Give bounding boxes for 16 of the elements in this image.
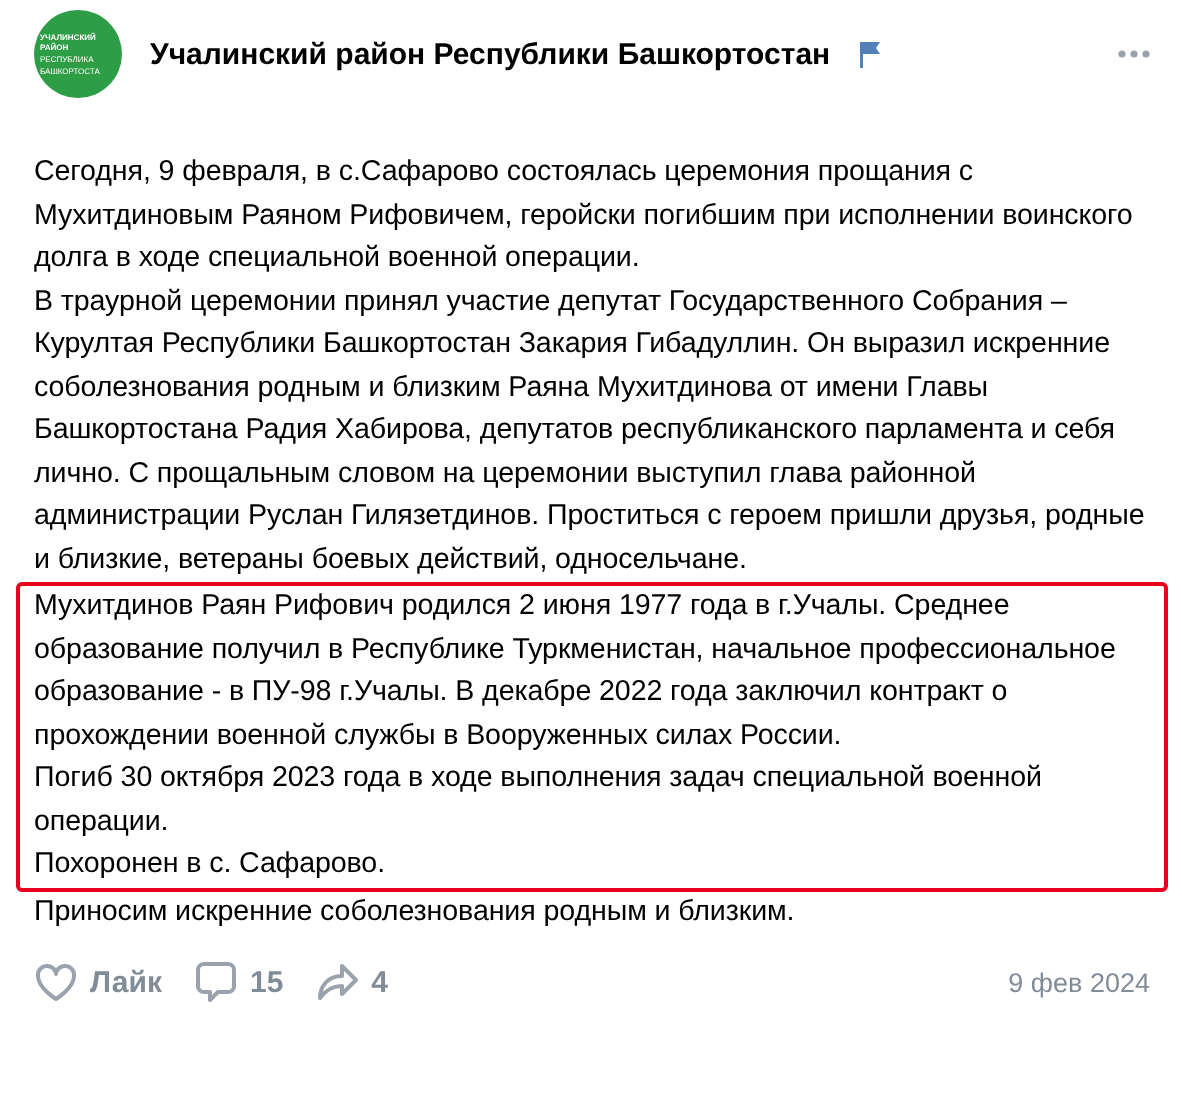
like-button[interactable]: Лайк bbox=[34, 962, 162, 1002]
comment-icon bbox=[193, 960, 238, 1004]
share-button[interactable]: 4 bbox=[315, 962, 389, 1002]
heart-icon bbox=[34, 962, 78, 1002]
paragraph: Сегодня, 9 февраля, в с.Сафарово состоялась церемония прощания с Мухитдиновым Раяном Рифовичем, геройски погибшим при исполнении воинского долга в ходе специальной военной операции. bbox=[34, 154, 1135, 278]
paragraph: Похоронен в с. Сафарово. bbox=[34, 846, 387, 884]
comment-button[interactable]: 15 bbox=[193, 960, 284, 1004]
paragraph: Мухитдинов Раян Рифович родился 2 июня 1977 года в г.Учалы. Среднее образование получил в Республике Туркменистан, начальное профессиональное образование - в ПУ-98 г.Учалы. В декабре 2022 года заключил контракт о прохождении военной службы в Вооруженных силах России. bbox=[34, 588, 1118, 755]
group-title[interactable]: Учалинский район Республики Башкортостан bbox=[150, 37, 831, 71]
more-icon[interactable] bbox=[1118, 50, 1150, 58]
post-date: 9 фев 2024 bbox=[1008, 967, 1150, 997]
paragraph: Приносим искренние соболезнования родным и близким. bbox=[34, 893, 797, 931]
paragraph: В траурной церемонии принял участие депутат Государственного Собрания – Курултая Республики Башкортостан Закария Гибадуллин. Он выразил искренние соболезнования родным и близким Раяна Мухитдинова от имени Главы Башкортостана Радия Хабирова, депутатов республиканского парламента и себя лично. С прощальным словом на церемонии выступил глава районной администрации Руслан Гилязетдинов. Проститься с героем пришли друзья, родные и близкие, ветераны боевых действий, односельчане. bbox=[34, 283, 1147, 579]
paragraph: Погиб 30 октября 2023 года в ходе выполнения задач специальной военной операции. bbox=[34, 760, 1044, 841]
flag-icon bbox=[858, 40, 883, 68]
share-icon bbox=[315, 962, 360, 1002]
